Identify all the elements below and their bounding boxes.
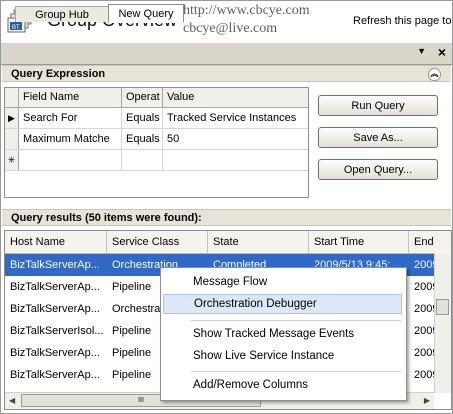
query-expression-title: Query Expression xyxy=(11,68,106,80)
column-end-time[interactable]: End xyxy=(409,231,451,253)
new-row-icon: ✳ xyxy=(5,150,19,170)
host-name-cell: BizTalkServerIsol... xyxy=(10,325,104,337)
query-results-header: Query results (50 items were found): xyxy=(2,209,451,226)
host-name-cell: BizTalkServerAp... xyxy=(10,259,100,271)
scroll-left-icon[interactable]: ◀ xyxy=(9,396,15,405)
menu-separator xyxy=(191,320,401,321)
vertical-scroll-thumb[interactable] xyxy=(436,299,449,315)
save-as-button[interactable]: Save As... xyxy=(318,127,438,148)
open-query-button[interactable]: Open Query... xyxy=(318,159,438,180)
watermark: http://www.cbcye.com cbcye@live.com xyxy=(183,2,310,38)
query-row[interactable]: Maximum Matche Equals 50 xyxy=(5,129,308,150)
host-name-cell: BizTalkServerAp... xyxy=(10,347,100,359)
host-name-cell: BizTalkServerAp... xyxy=(10,303,100,315)
query-expression-grid: Field Name Operat Value ▶ Search For Equ… xyxy=(4,87,309,198)
field-name-cell[interactable]: Maximum Matche xyxy=(19,129,122,149)
column-start-time[interactable]: Start Time xyxy=(309,231,409,253)
tab-group-hub[interactable]: Group Hub xyxy=(15,6,109,22)
results-vertical-scrollbar[interactable] xyxy=(434,253,451,393)
menu-separator xyxy=(191,371,401,372)
menu-item-message-flow[interactable]: Message Flow xyxy=(163,272,402,292)
operator-cell[interactable]: Equals xyxy=(122,129,163,149)
operator-cell[interactable] xyxy=(122,150,163,170)
value-cell[interactable] xyxy=(163,150,308,170)
context-menu: Message Flow Orchestration Debugger Show… xyxy=(160,267,407,401)
column-host-name[interactable]: Host Name xyxy=(5,231,107,253)
query-expression-header: Query Expression ︽ xyxy=(2,65,451,82)
menu-item-orchestration-debugger[interactable]: Orchestration Debugger xyxy=(163,294,402,314)
host-name-cell: BizTalkServerAp... xyxy=(10,369,100,381)
column-operator[interactable]: Operat xyxy=(122,88,163,107)
column-state[interactable]: State xyxy=(208,231,309,253)
run-query-button[interactable]: Run Query xyxy=(318,95,438,116)
menu-item-add-remove-columns[interactable]: Add/Remove Columns xyxy=(163,375,402,395)
query-row[interactable]: ▶ Search For Equals Tracked Service Inst… xyxy=(5,108,308,129)
current-row-icon: ▶ xyxy=(5,108,19,128)
field-name-cell[interactable]: Search For xyxy=(19,108,122,128)
value-cell[interactable]: Tracked Service Instances xyxy=(163,108,308,128)
row-header xyxy=(5,129,19,149)
close-tab-icon[interactable]: × xyxy=(438,44,446,60)
column-service-class[interactable]: Service Class xyxy=(107,231,208,253)
tab-strip xyxy=(1,43,452,65)
operator-cell[interactable]: Equals xyxy=(122,108,163,128)
menu-item-show-tracked-message-events[interactable]: Show Tracked Message Events xyxy=(163,324,402,344)
tab-list-dropdown-icon[interactable]: ▼ xyxy=(417,46,426,56)
watermark-email: cbcye@live.com xyxy=(183,21,278,36)
value-cell[interactable]: 50 xyxy=(163,129,308,149)
field-name-cell[interactable] xyxy=(19,150,122,170)
query-grid-header: Field Name Operat Value xyxy=(5,88,308,108)
results-grid-header: Host Name Service Class State Start Time… xyxy=(5,231,451,254)
tab-new-query[interactable]: New Query xyxy=(108,4,184,23)
row-header-corner xyxy=(5,88,19,107)
menu-item-show-live-service-instance[interactable]: Show Live Service Instance xyxy=(163,346,402,366)
group-overview-window: BT Group Overview http://www.cbcye.com c… xyxy=(0,0,453,414)
watermark-url: http://www.cbcye.com xyxy=(183,3,310,18)
column-value[interactable]: Value xyxy=(163,88,308,107)
scroll-right-icon[interactable]: ▶ xyxy=(424,396,430,405)
refresh-hint: Refresh this page to xyxy=(353,15,452,27)
svg-text:BT: BT xyxy=(12,25,20,31)
query-results-title: Query results (50 items were found): xyxy=(11,212,202,224)
column-field-name[interactable]: Field Name xyxy=(19,88,122,107)
host-name-cell: BizTalkServerAp... xyxy=(10,281,100,293)
query-new-row[interactable]: ✳ xyxy=(5,150,308,171)
collapse-icon[interactable]: ︽ xyxy=(428,68,441,81)
